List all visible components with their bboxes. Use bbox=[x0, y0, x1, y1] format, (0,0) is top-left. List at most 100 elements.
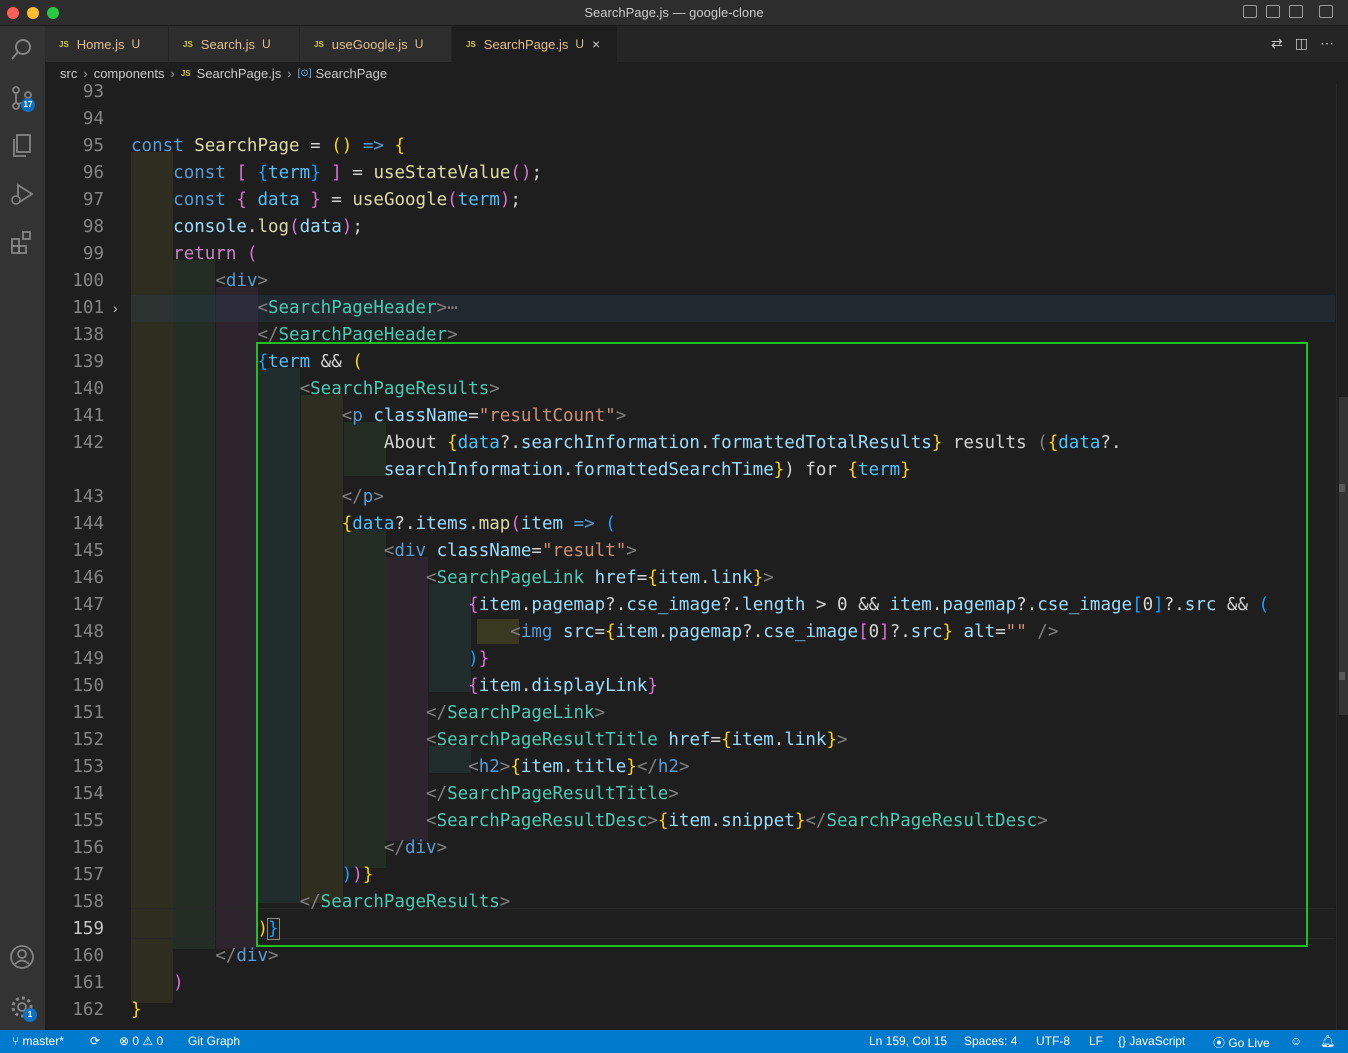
untracked-status: U bbox=[414, 37, 424, 51]
tab-home-js[interactable]: JS Home.js U bbox=[45, 26, 169, 62]
line-number: 147 bbox=[72, 595, 104, 615]
line-number: 140 bbox=[72, 379, 104, 399]
activity-bar: 17 1 bbox=[0, 26, 45, 1030]
js-file-icon: JS bbox=[314, 39, 324, 49]
line-number: 93 bbox=[82, 84, 104, 102]
breadcrumb-src[interactable]: src bbox=[60, 66, 77, 81]
eol-status[interactable]: LF bbox=[1089, 1034, 1103, 1048]
line-number: 145 bbox=[72, 541, 104, 561]
close-tab-icon[interactable]: × bbox=[592, 36, 600, 52]
git-graph-button[interactable]: Git Graph bbox=[188, 1034, 240, 1048]
editor-actions: ⇄ ◫ ⋯ bbox=[1271, 35, 1334, 52]
problems-status[interactable]: ⊗ 0 ⚠ 0 bbox=[119, 1034, 163, 1048]
sync-icon[interactable]: ⟳ bbox=[90, 1034, 100, 1048]
feedback-icon[interactable]: ☺ bbox=[1290, 1034, 1302, 1048]
toggle-panel-icon[interactable] bbox=[1266, 5, 1280, 18]
branch-name: master* bbox=[22, 1034, 64, 1048]
js-file-icon: JS bbox=[183, 39, 193, 49]
line-number: 101 bbox=[72, 298, 104, 318]
line-number: 97 bbox=[82, 190, 104, 210]
js-file-icon: JS bbox=[59, 39, 69, 49]
line-number: 98 bbox=[82, 217, 104, 237]
run-debug-icon[interactable] bbox=[6, 178, 38, 210]
code-line: } bbox=[131, 1000, 142, 1020]
split-editor-icon[interactable]: ◫ bbox=[1295, 35, 1308, 52]
explorer-icon[interactable] bbox=[6, 130, 38, 162]
line-number: 154 bbox=[72, 784, 104, 804]
search-icon[interactable] bbox=[6, 34, 38, 66]
error-count: 0 bbox=[132, 1034, 140, 1048]
code-line: <SearchPageHeader>⋯ bbox=[257, 298, 458, 318]
line-number: 158 bbox=[72, 892, 104, 912]
indentation-status[interactable]: Spaces: 4 bbox=[964, 1034, 1017, 1048]
line-number: 141 bbox=[72, 406, 104, 426]
editor-scrollbar[interactable] bbox=[1336, 84, 1348, 1030]
vscode-window: SearchPage.js — google-clone 17 1 JS Hom… bbox=[0, 0, 1348, 1053]
tab-label: useGoogle.js bbox=[331, 36, 408, 52]
account-icon[interactable] bbox=[6, 941, 38, 973]
code-line: const { data } = useGoogle(term); bbox=[173, 190, 521, 210]
code-line: ) bbox=[173, 973, 184, 993]
go-live-button[interactable]: ⦿ Go Live bbox=[1213, 1034, 1270, 1051]
open-changes-icon[interactable]: ⇄ bbox=[1271, 35, 1283, 52]
source-control-icon[interactable]: 17 bbox=[6, 82, 38, 114]
line-number: 160 bbox=[72, 946, 104, 966]
untracked-status: U bbox=[131, 37, 141, 51]
breadcrumb-file[interactable]: SearchPage.js bbox=[197, 66, 282, 81]
line-number: 138 bbox=[72, 325, 104, 345]
editor-tabs: JS Home.js U JS Search.js U JS useGoogle.js U … bbox=[45, 26, 1348, 62]
chevron-right-icon: › bbox=[83, 65, 88, 81]
line-number: 94 bbox=[82, 109, 104, 129]
js-file-icon: JS bbox=[466, 39, 476, 49]
line-number: 155 bbox=[72, 811, 104, 831]
tab-searchpage-js[interactable]: JS SearchPage.js U × bbox=[452, 26, 618, 62]
line-number: 100 bbox=[72, 271, 104, 291]
line-number: 150 bbox=[72, 676, 104, 696]
language-label: JavaScript bbox=[1129, 1034, 1186, 1048]
tab-label: SearchPage.js bbox=[483, 36, 569, 52]
code-line: console.log(data); bbox=[173, 217, 363, 237]
customize-layout-icon[interactable] bbox=[1319, 5, 1333, 18]
settings-gear-icon[interactable]: 1 bbox=[6, 991, 38, 1023]
extensions-icon[interactable] bbox=[6, 226, 38, 258]
warning-count: 0 bbox=[156, 1034, 164, 1048]
toggle-sidebar-icon[interactable] bbox=[1243, 5, 1257, 18]
breadcrumb-components[interactable]: components bbox=[94, 66, 165, 81]
toggle-secondary-sidebar-icon[interactable] bbox=[1289, 5, 1303, 18]
scrollbar-marker bbox=[1339, 672, 1345, 680]
breadcrumb: src › components › JS SearchPage.js › [⊙… bbox=[45, 62, 1348, 84]
scrollbar-marker bbox=[1339, 484, 1345, 492]
untracked-status: U bbox=[575, 37, 585, 51]
line-number: 96 bbox=[82, 163, 104, 183]
branch-status[interactable]: ⑂ master* bbox=[12, 1034, 64, 1048]
line-number: 149 bbox=[72, 649, 104, 669]
line-number: 139 bbox=[72, 352, 104, 372]
highlight-box bbox=[256, 342, 1308, 947]
scrollbar-thumb[interactable] bbox=[1339, 397, 1348, 715]
code-editor[interactable]: 93 94 95 const SearchPage = () => { 96 co… bbox=[45, 84, 1348, 1030]
code-line: const [ {term} ] = useStateValue(); bbox=[173, 163, 543, 183]
encoding-status[interactable]: UTF-8 bbox=[1036, 1034, 1070, 1048]
line-number: 142 bbox=[72, 433, 104, 453]
line-number: 151 bbox=[72, 703, 104, 723]
line-number: 152 bbox=[72, 730, 104, 750]
line-number: 161 bbox=[72, 973, 104, 993]
breadcrumb-symbol[interactable]: SearchPage bbox=[316, 66, 388, 81]
scm-badge: 17 bbox=[21, 98, 35, 112]
js-file-icon: JS bbox=[180, 68, 191, 78]
line-number: 99 bbox=[82, 244, 104, 264]
code-line: const SearchPage = () => { bbox=[131, 136, 405, 156]
tab-search-js[interactable]: JS Search.js U bbox=[169, 26, 300, 62]
fold-expand-icon[interactable]: › bbox=[113, 295, 118, 322]
tab-usegoogle-js[interactable]: JS useGoogle.js U bbox=[300, 26, 452, 62]
line-number-current: 159 bbox=[72, 919, 104, 939]
more-actions-icon[interactable]: ⋯ bbox=[1320, 35, 1334, 52]
go-live-label: Go Live bbox=[1228, 1036, 1270, 1050]
language-mode[interactable]: {} JavaScript bbox=[1118, 1034, 1185, 1048]
cursor-position[interactable]: Ln 159, Col 15 bbox=[869, 1034, 947, 1048]
line-number: 156 bbox=[72, 838, 104, 858]
untracked-status: U bbox=[262, 37, 271, 51]
braces-icon: {} bbox=[1118, 1034, 1127, 1048]
notifications-bell-icon[interactable]: 🔔︎ bbox=[1320, 1034, 1335, 1048]
chevron-right-icon: › bbox=[287, 65, 292, 81]
